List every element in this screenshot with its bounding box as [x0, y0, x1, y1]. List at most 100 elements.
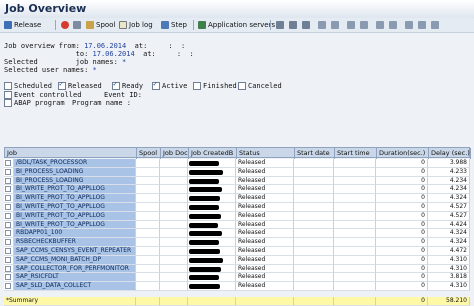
step-button[interactable]: Step — [161, 20, 187, 30]
table-row[interactable]: SAP_CCMS_CENSYS_EVENT_REPEATER Released 0 4… — [4, 247, 470, 256]
table-row[interactable]: SAP_SLD_DATA_COLLECT Released 0 4.310 — [4, 282, 470, 291]
spool-cell[interactable] — [136, 247, 160, 256]
find-next-icon[interactable] — [302, 20, 310, 30]
spool-cell[interactable] — [136, 238, 160, 247]
job-name-cell[interactable]: RBDAPP01_100 — [14, 229, 136, 239]
row-select-box[interactable] — [4, 282, 14, 291]
checkbox[interactable] — [58, 80, 66, 90]
checkbox[interactable] — [5, 177, 11, 184]
sort-desc-icon[interactable] — [331, 20, 339, 30]
job-name-cell[interactable]: BI_WRITE_PROT_TO_APPLLOG — [14, 185, 136, 195]
row-select-box[interactable] — [4, 203, 14, 212]
filter-abap-program[interactable]: ABAP program — [4, 99, 65, 107]
checkbox[interactable] — [5, 230, 11, 237]
checkbox[interactable] — [5, 265, 11, 272]
filter-event-controlled[interactable]: Event controlled — [4, 91, 81, 99]
find-icon[interactable] — [289, 20, 297, 30]
checkbox[interactable] — [5, 256, 11, 263]
row-select-box[interactable] — [4, 176, 14, 186]
checkbox[interactable] — [4, 99, 12, 107]
row-select-box[interactable] — [4, 255, 14, 265]
row-select-box[interactable] — [4, 211, 14, 221]
spool-button[interactable]: Spool — [86, 20, 115, 30]
checkbox[interactable] — [5, 283, 11, 290]
row-select-box[interactable] — [4, 159, 14, 168]
total-icon[interactable] — [360, 20, 368, 30]
checkbox[interactable] — [5, 204, 11, 210]
job-name-cell[interactable]: BI_WRITE_PROT_TO_APPLLOG — [14, 211, 136, 221]
checkbox[interactable] — [5, 195, 11, 202]
table-row[interactable]: BI_WRITE_PROT_TO_APPLLOG Released 0 4.424 — [4, 220, 470, 230]
delete-icon[interactable] — [73, 20, 81, 30]
job-name-cell[interactable]: SAP_CCMS_CENSYS_EVENT_REPEATER — [14, 247, 136, 256]
print-icon[interactable] — [376, 20, 384, 30]
table-row[interactable]: RSBECHECKBUFFER Released 0 4.324 — [4, 238, 470, 247]
spool-cell[interactable] — [136, 211, 160, 221]
job-name-cell[interactable]: BI_WRITE_PROT_TO_APPLLOG — [14, 194, 136, 203]
spool-cell[interactable] — [136, 229, 160, 239]
job-name-cell[interactable]: RSBECHECKBUFFER — [14, 238, 136, 247]
job-name-cell[interactable]: BI_WRITE_PROT_TO_APPLLOG — [14, 220, 136, 230]
spool-cell[interactable] — [136, 264, 160, 274]
table-row[interactable]: BI_WRITE_PROT_TO_APPLLOG Released 0 4.324 — [4, 194, 470, 203]
row-select-box[interactable] — [4, 264, 14, 274]
job-name-cell[interactable]: BI_PROCESS_LOADING — [14, 176, 136, 186]
spool-cell[interactable] — [136, 220, 160, 230]
row-select-box[interactable] — [4, 229, 14, 239]
spool-cell[interactable] — [136, 167, 160, 177]
table-row[interactable]: /BDL/TASK_PROCESSOR Released 0 3.988 — [4, 159, 470, 168]
save-layout-icon[interactable] — [431, 20, 439, 30]
checkbox[interactable] — [5, 168, 11, 175]
col-spool[interactable]: Spool — [137, 148, 161, 159]
row-select-box[interactable] — [4, 167, 14, 177]
table-row[interactable]: BI_PROCESS_LOADING Released 0 4.233 — [4, 167, 470, 177]
job-name-cell[interactable]: SAP_COLLECTOR_FOR_PERFMONITOR — [14, 264, 136, 274]
filter-icon[interactable] — [347, 20, 355, 30]
row-select-box[interactable] — [4, 273, 14, 283]
choose-layout-icon[interactable] — [418, 20, 426, 30]
col-start-time[interactable]: Start time — [335, 148, 377, 159]
row-select-box[interactable] — [4, 247, 14, 256]
table-row[interactable]: SAP_RSICFDLT Released 0 3.818 — [4, 273, 470, 283]
table-row[interactable]: BI_WRITE_PROT_TO_APPLLOG Released 0 4.527 — [4, 211, 470, 221]
table-row[interactable]: BI_WRITE_PROT_TO_APPLLOG Released 0 4.234 — [4, 185, 470, 195]
spool-cell[interactable] — [136, 159, 160, 168]
table-row[interactable]: BI_WRITE_PROT_TO_APPLLOG Released 0 4.527 — [4, 203, 470, 212]
owner-icon[interactable] — [276, 20, 284, 30]
job-name-cell[interactable]: BI_PROCESS_LOADING — [14, 167, 136, 177]
job-name-cell[interactable]: SAP_CCMS_MONI_BATCH_DP — [14, 255, 136, 265]
layout-icon[interactable] — [405, 20, 413, 30]
spool-cell[interactable] — [136, 282, 160, 291]
spool-cell[interactable] — [136, 176, 160, 186]
col-job[interactable]: Job — [5, 148, 137, 159]
checkbox[interactable] — [193, 82, 201, 90]
row-select-box[interactable] — [4, 238, 14, 247]
checkbox[interactable] — [4, 82, 12, 90]
sort-asc-icon[interactable] — [318, 20, 326, 30]
table-row[interactable]: SAP_COLLECTOR_FOR_PERFMONITOR Released 0 4.… — [4, 264, 470, 274]
col-start-date[interactable]: Start date — [295, 148, 335, 159]
col-status[interactable]: Status — [237, 148, 295, 159]
job-name-cell[interactable]: /BDL/TASK_PROCESSOR — [14, 159, 136, 168]
row-select-box[interactable] — [4, 185, 14, 195]
col-delay[interactable]: Delay (sec.) — [429, 148, 471, 159]
filter-scheduled[interactable]: Scheduled — [4, 82, 52, 90]
job-log-button[interactable]: Job log — [119, 20, 153, 30]
checkbox[interactable] — [5, 239, 11, 246]
table-row[interactable]: RBDAPP01_100 Released 0 4.324 — [4, 229, 470, 239]
cancel-icon[interactable] — [61, 20, 69, 30]
checkbox[interactable] — [238, 82, 246, 90]
checkbox[interactable] — [5, 221, 11, 228]
filter-active[interactable]: Active — [152, 80, 187, 90]
job-name-cell[interactable]: BI_WRITE_PROT_TO_APPLLOG — [14, 203, 136, 212]
filter-released[interactable]: Released — [58, 80, 102, 90]
application-servers-button[interactable]: Application servers — [198, 20, 275, 30]
checkbox[interactable] — [5, 160, 11, 166]
col-job-created-by[interactable]: Job CreatedB — [189, 148, 237, 159]
export-icon[interactable] — [389, 20, 397, 30]
table-row[interactable]: SAP_CCMS_MONI_BATCH_DP Released 0 4.310 — [4, 255, 470, 265]
row-select-box[interactable] — [4, 220, 14, 230]
job-name-cell[interactable]: SAP_SLD_DATA_COLLECT — [14, 282, 136, 291]
checkbox[interactable] — [5, 212, 11, 219]
job-name-cell[interactable]: SAP_RSICFDLT — [14, 273, 136, 283]
